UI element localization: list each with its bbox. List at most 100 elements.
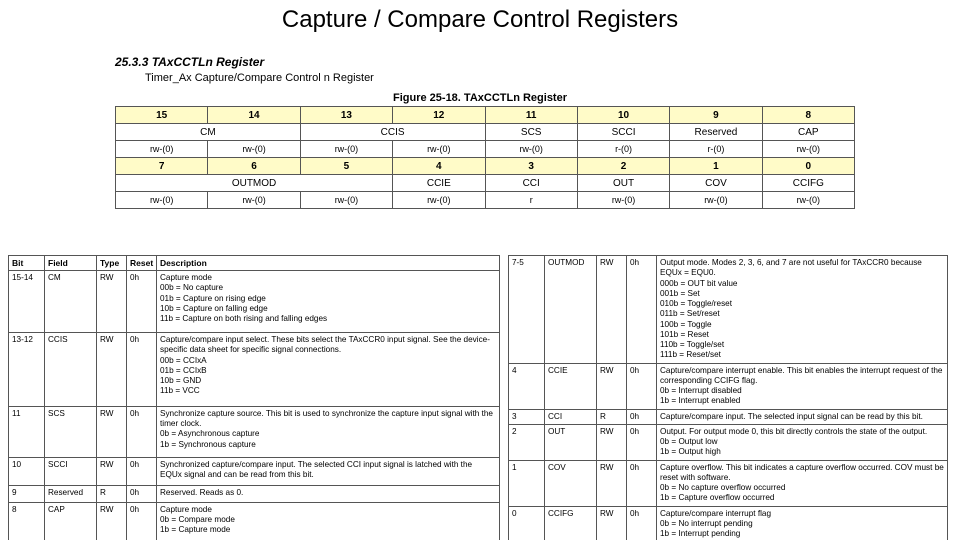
description-line: 0b = No interrupt pending [660,519,944,529]
bit-field-name: CCIE [393,175,485,192]
description-line: 110b = Toggle/set [660,340,944,350]
description-line: Synchronized capture/compare input. The … [160,460,496,481]
cell-description: Capture/compare input select. These bits… [157,333,500,407]
description-line: 11b = VCC [160,386,496,396]
cell-field: SCCI [45,457,97,485]
cell-type: R [597,409,627,424]
bit-number: 13 [300,107,392,124]
cell-reset: 0h [627,506,657,540]
cell-description: Reserved. Reads as 0. [157,485,500,502]
cell-field: CCIFG [545,506,597,540]
description-line: 100b = Toggle [660,320,944,330]
table-row: 4CCIERW0hCapture/compare interrupt enabl… [509,363,948,409]
cell-reset: 0h [627,409,657,424]
bit-field-name: SCS [485,124,577,141]
bit-field-name: SCCI [577,124,669,141]
bit-number: 11 [485,107,577,124]
cell-type: RW [97,406,127,457]
column-header: Reset [127,256,157,271]
bit-access: rw-(0) [762,141,854,158]
bit-number: 6 [208,158,300,175]
table-row: 2OUTRW0hOutput. For output mode 0, this … [509,424,948,460]
bit-access: rw-(0) [485,141,577,158]
description-line: 0b = Interrupt disabled [660,386,944,396]
description-line: 0b = Output low [660,437,944,447]
cell-bit: 9 [9,485,45,502]
field-description-table-left: BitFieldTypeResetDescription 15-14CMRW0h… [8,255,500,540]
figure-caption: Figure 25-18. TAxCCTLn Register [0,92,960,104]
description-line: 01b = CCIxB [160,366,496,376]
cell-reset: 0h [127,457,157,485]
table-row: 7-5OUTMODRW0hOutput mode. Modes 2, 3, 6,… [509,256,948,364]
column-header: Bit [9,256,45,271]
section-heading: 25.3.3 TAxCCTLn Register [115,55,264,69]
cell-type: RW [97,502,127,540]
cell-description: Synchronized capture/compare input. The … [157,457,500,485]
cell-field: CAP [45,502,97,540]
description-line: 1b = Capture overflow occurred [660,493,944,503]
description-line: Capture overflow. This bit indicates a c… [660,463,944,484]
cell-bit: 10 [9,457,45,485]
cell-description: Synchronize capture source. This bit is … [157,406,500,457]
description-line: Output mode. Modes 2, 3, 6, and 7 are no… [660,258,944,279]
cell-type: RW [597,256,627,364]
bit-access: rw-(0) [300,192,392,209]
bit-field-name: COV [670,175,762,192]
description-line: 010b = Toggle/reset [660,299,944,309]
bit-number: 4 [393,158,485,175]
cell-bit: 11 [9,406,45,457]
cell-type: R [97,485,127,502]
description-line: 101b = Reset [660,330,944,340]
bit-access: r-(0) [670,141,762,158]
cell-field: SCS [45,406,97,457]
cell-field: OUTMOD [545,256,597,364]
cell-type: RW [97,457,127,485]
cell-description: Output mode. Modes 2, 3, 6, and 7 are no… [657,256,948,364]
bit-access: rw-(0) [116,192,208,209]
bit-field-name: CCIS [300,124,485,141]
bit-access: rw-(0) [393,192,485,209]
bit-number: 2 [577,158,669,175]
bit-access: rw-(0) [300,141,392,158]
description-line: Reserved. Reads as 0. [160,488,496,498]
register-bit-table: 15141312111098CMCCISSCSSCCIReservedCAPrw… [115,106,855,209]
description-line: 011b = Set/reset [660,309,944,319]
bit-access: rw-(0) [762,192,854,209]
cell-description: Capture/compare input. The selected inpu… [657,409,948,424]
description-line: 1b = Output high [660,447,944,457]
description-line: 0b = No capture overflow occurred [660,483,944,493]
bit-number: 14 [208,107,300,124]
cell-reset: 0h [627,256,657,364]
bit-field-name: CM [116,124,301,141]
cell-field: Reserved [45,485,97,502]
cell-type: RW [597,506,627,540]
cell-field: OUT [545,424,597,460]
cell-type: RW [597,424,627,460]
column-header: Type [97,256,127,271]
bit-field-name: OUTMOD [116,175,393,192]
table-row: 13-12CCISRW0hCapture/compare input selec… [9,333,500,407]
cell-description: Capture/compare interrupt flag0b = No in… [657,506,948,540]
cell-reset: 0h [127,406,157,457]
table-row: 8CAPRW0hCapture mode0b = Compare mode1b … [9,502,500,540]
description-line: 111b = Reset/set [660,350,944,360]
cell-bit: 15-14 [9,271,45,333]
cell-reset: 0h [127,333,157,407]
bit-number: 3 [485,158,577,175]
bit-number: 8 [762,107,854,124]
cell-reset: 0h [127,485,157,502]
bit-number: 12 [393,107,485,124]
table-row: 1COVRW0hCapture overflow. This bit indic… [509,460,948,506]
cell-reset: 0h [127,271,157,333]
description-line: Output. For output mode 0, this bit dire… [660,427,944,437]
cell-bit: 4 [509,363,545,409]
column-header: Description [157,256,500,271]
bit-number: 7 [116,158,208,175]
cell-bit: 2 [509,424,545,460]
description-line: 0b = Asynchronous capture [160,429,496,439]
cell-description: Capture overflow. This bit indicates a c… [657,460,948,506]
cell-bit: 7-5 [509,256,545,364]
bit-access: rw-(0) [393,141,485,158]
cell-type: RW [97,333,127,407]
bit-number: 9 [670,107,762,124]
